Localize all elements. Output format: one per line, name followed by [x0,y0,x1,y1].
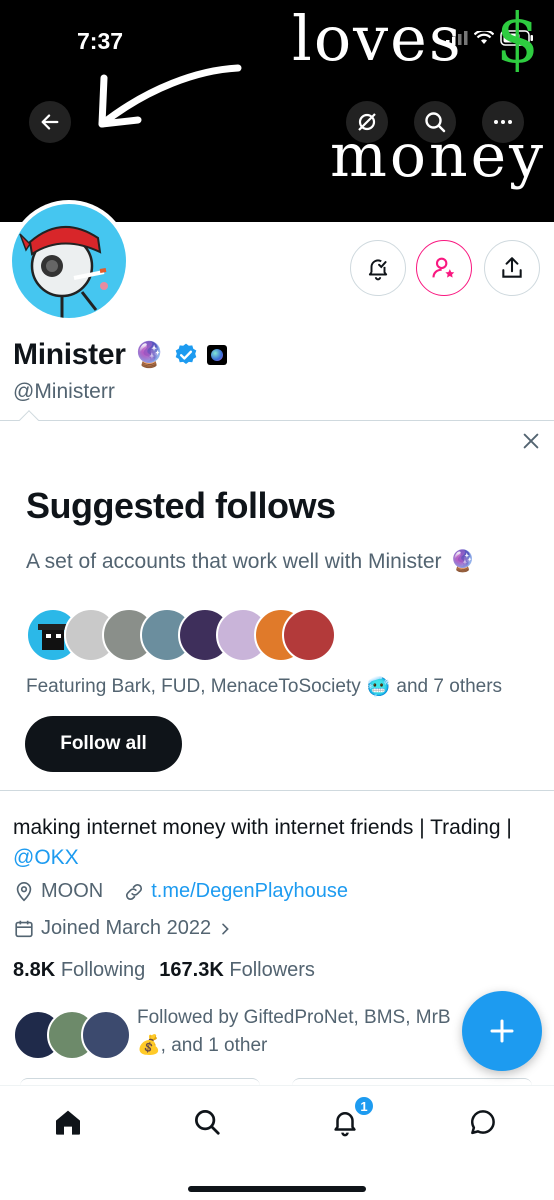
verified-badge-icon[interactable] [173,342,199,368]
back-arrow-icon [41,114,59,130]
handwriting-dollar: $ [496,0,540,79]
follow-all-button[interactable]: Follow all [25,716,182,772]
more-icon [494,120,512,124]
chevron-right-icon [222,923,229,934]
follow-icon [432,257,455,278]
following-button[interactable] [416,240,472,296]
bio-mention-link[interactable]: @OKX [13,846,79,869]
drawn-arrow-icon [98,64,242,128]
wifi-icon [474,31,494,44]
calendar-icon [15,920,33,937]
bottom-nav: 1 [0,1085,554,1200]
home-icon [56,1110,80,1135]
name-emoji: 🔮 [133,340,165,369]
follow-stats: 8.8K Following 167.3K Followers [13,959,315,982]
notification-badge: 1 [353,1095,375,1117]
plus-icon [490,1019,514,1043]
featuring-suffix: and 7 others [396,676,503,697]
followed-by-emoji: 💰 [137,1035,161,1056]
followed-by-names: Followed by GiftedProNet, BMS, MrB [137,1007,451,1028]
featuring-emoji: 🥶 [366,677,391,698]
profile-name: Minister [13,338,126,371]
back-button[interactable] [29,101,71,143]
notify-button[interactable] [350,240,406,296]
suggested-avatar [282,608,336,662]
translate-toggle-button[interactable] [346,101,388,143]
followers-label: Followers [229,959,315,981]
followed-by-text: Followed by GiftedProNet, BMS, MrB 💰, an… [137,1004,467,1060]
joined-text: Joined March 2022 [41,917,212,939]
messages-icon [471,1110,495,1135]
location-icon [16,881,32,901]
nav-home[interactable] [48,1102,88,1142]
search-icon [195,1110,220,1135]
close-icon[interactable] [520,430,542,452]
no-translate-icon [358,113,376,131]
featuring-line: Featuring Bark, FUD, MenaceToSociety 🥶 a… [26,675,502,699]
link-icon [126,883,143,900]
profile-bio: making internet money with internet frie… [13,813,548,873]
compose-button[interactable] [462,991,542,1071]
card-top-divider [0,420,554,421]
profile-name-row: Minister 🔮 [13,338,227,372]
nav-messages[interactable] [463,1102,503,1142]
home-indicator[interactable] [188,1186,366,1192]
share-button[interactable] [484,240,540,296]
bio-text: making internet money with internet frie… [13,816,512,839]
profile-banner: 7:37 loves $ money [0,0,554,222]
nav-search[interactable] [187,1102,227,1142]
location-text: MOON [41,880,104,902]
followers-count: 167.3K [159,959,224,981]
more-button[interactable] [482,101,524,143]
follower-avatar [81,1010,131,1060]
handwriting-loves: loves [292,2,463,75]
card-notch [19,410,39,430]
website-link[interactable]: t.me/DegenPlayhouse [151,880,348,903]
description-text: A set of accounts that work well with Mi… [26,550,442,573]
search-icon [425,112,446,133]
profile-meta-row: MOON t.me/DegenPlayhouse [13,880,348,903]
following-label: Following [60,959,146,981]
affiliate-badge-icon[interactable] [206,345,227,365]
suggested-follows-description: A set of accounts that work well with Mi… [26,550,476,574]
profile-avatar[interactable] [8,200,130,322]
share-icon [502,257,522,278]
followers-stat[interactable]: 167.3K Followers [159,959,315,982]
suggested-follows-title: Suggested follows [26,485,336,526]
avatar-image [12,204,126,318]
search-button[interactable] [414,101,456,143]
featuring-text: Featuring Bark, FUD, MenaceToSociety [26,676,361,697]
card-bottom-divider [0,790,554,791]
following-count: 8.8K [13,959,56,981]
notify-icon [368,259,388,281]
following-stat[interactable]: 8.8K Following [13,959,145,982]
joined-row[interactable]: Joined March 2022 [13,917,233,940]
description-emoji: 🔮 [449,550,476,573]
followed-by-suffix: , and 1 other [160,1035,268,1056]
profile-handle: @Ministerr [13,380,115,403]
